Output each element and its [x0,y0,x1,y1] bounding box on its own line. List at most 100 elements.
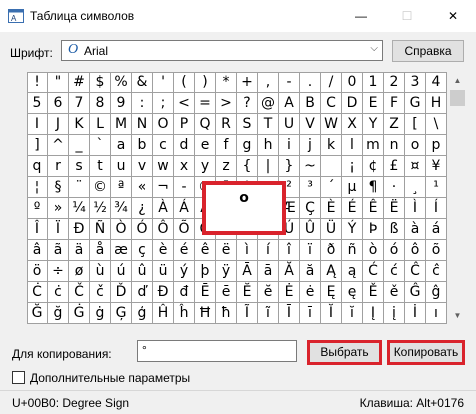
char-cell[interactable]: Ì [405,198,426,219]
char-cell[interactable]: ē [216,282,237,303]
char-cell[interactable]: * [216,72,237,93]
char-cell[interactable]: Į [363,303,384,324]
char-cell[interactable]: ¸ [405,177,426,198]
char-cell[interactable]: % [111,72,132,93]
char-cell[interactable]: Ü [321,219,342,240]
char-cell[interactable]: İ [405,303,426,324]
char-cell[interactable]: ü [153,261,174,282]
char-cell[interactable]: J [48,114,69,135]
char-cell[interactable]: z [216,156,237,177]
char-cell[interactable]: ñ [342,240,363,261]
char-cell[interactable]: $ [90,72,111,93]
char-cell[interactable]: ¤ [405,156,426,177]
char-cell[interactable]: ( [174,72,195,93]
char-cell[interactable]: č [90,282,111,303]
char-cell[interactable]: ì [237,240,258,261]
char-cell[interactable]: Đ [153,282,174,303]
char-cell[interactable]: į [384,303,405,324]
char-cell[interactable]: + [237,72,258,93]
char-cell[interactable]: Č [69,282,90,303]
char-cell[interactable]: ý [174,261,195,282]
char-cell[interactable]: ą [342,261,363,282]
char-cell[interactable]: ú [111,261,132,282]
scroll-up-arrow-icon[interactable]: ▲ [449,72,466,89]
char-cell[interactable]: { [237,156,258,177]
char-cell[interactable]: Ī [279,303,300,324]
char-cell[interactable]: [ [405,114,426,135]
char-cell[interactable]: Ą [321,261,342,282]
char-cell[interactable]: / [321,72,342,93]
char-cell[interactable]: Ç [300,198,321,219]
char-cell[interactable]: 7 [69,93,90,114]
char-cell[interactable]: ô [405,240,426,261]
char-cell[interactable]: Z [384,114,405,135]
char-cell[interactable]: Ò [111,219,132,240]
char-cell[interactable]: Ē [195,282,216,303]
char-cell[interactable]: q [27,156,48,177]
char-cell[interactable]: L [90,114,111,135]
char-cell[interactable]: M [111,114,132,135]
char-cell[interactable]: Ĉ [405,261,426,282]
char-cell[interactable]: ö [27,261,48,282]
char-cell[interactable]: ³ [300,177,321,198]
char-cell[interactable]: Ó [132,219,153,240]
char-cell[interactable]: ¥ [426,156,447,177]
char-cell[interactable]: § [48,177,69,198]
font-dropdown[interactable]: O Arial ⌵ [61,40,383,61]
char-cell[interactable]: 8 [90,93,111,114]
char-cell[interactable]: 4 [426,72,447,93]
char-cell[interactable]: | [258,156,279,177]
char-cell[interactable]: W [321,114,342,135]
char-cell[interactable]: R [216,114,237,135]
char-cell[interactable]: ) [195,72,216,93]
char-cell[interactable]: Û [300,219,321,240]
char-cell[interactable]: F [384,93,405,114]
char-cell[interactable]: C [321,93,342,114]
char-cell[interactable]: 1 [363,72,384,93]
copy-field[interactable]: ° [137,340,297,362]
char-cell[interactable]: t [90,156,111,177]
char-cell[interactable]: \ [426,114,447,135]
char-cell[interactable]: Ĕ [237,282,258,303]
char-cell[interactable]: c [153,135,174,156]
char-cell[interactable]: ù [90,261,111,282]
maximize-button[interactable]: ☐ [384,0,430,32]
char-cell[interactable]: D [342,93,363,114]
char-cell[interactable]: Á [174,198,195,219]
char-cell[interactable]: ¶ [363,177,384,198]
char-cell[interactable]: ¡ [342,156,363,177]
char-cell[interactable]: Y [363,114,384,135]
char-cell[interactable]: ! [27,72,48,93]
char-cell[interactable]: Ě [363,282,384,303]
char-cell[interactable]: µ [342,177,363,198]
char-cell[interactable]: 2 [384,72,405,93]
char-cell[interactable]: o [405,135,426,156]
char-cell[interactable]: Õ [174,219,195,240]
char-cell[interactable]: ć [384,261,405,282]
char-cell[interactable]: ā [258,261,279,282]
char-cell[interactable]: Ď [111,282,132,303]
char-cell[interactable]: Ė [279,282,300,303]
char-cell[interactable]: ê [195,240,216,261]
char-cell[interactable]: Ï [48,219,69,240]
char-cell[interactable]: < [174,93,195,114]
char-cell[interactable]: U [279,114,300,135]
char-cell[interactable]: I [27,114,48,135]
char-cell[interactable]: Ā [237,261,258,282]
char-cell[interactable]: - [174,177,195,198]
char-cell[interactable]: A [279,93,300,114]
char-cell[interactable]: ò [363,240,384,261]
char-cell[interactable]: p [426,135,447,156]
char-cell[interactable]: ä [69,240,90,261]
char-cell[interactable]: 5 [27,93,48,114]
char-cell[interactable]: s [69,156,90,177]
char-cell[interactable]: S [237,114,258,135]
char-cell[interactable]: ã [48,240,69,261]
char-cell[interactable]: # [69,72,90,93]
char-cell[interactable]: - [279,72,300,93]
char-cell[interactable]: 9 [111,93,132,114]
char-cell[interactable]: ð [321,240,342,261]
char-cell[interactable]: î [279,240,300,261]
char-cell[interactable]: º [27,198,48,219]
char-cell[interactable]: å [90,240,111,261]
